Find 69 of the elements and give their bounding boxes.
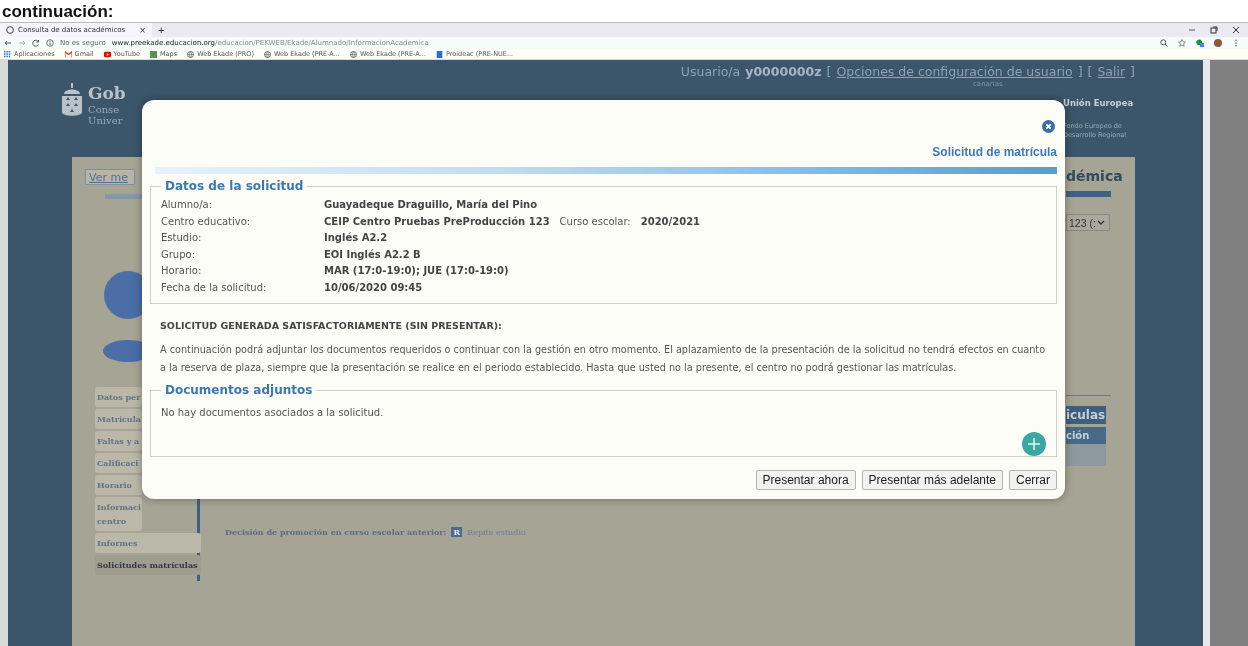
field-value: EOI Inglés A2.2 B — [324, 247, 421, 262]
map-pin-icon — [150, 50, 157, 58]
dialog-button[interactable]: Presentar más adelante — [861, 470, 1003, 490]
new-tab-button[interactable]: + — [157, 24, 165, 36]
panel-background — [1066, 444, 1106, 466]
mail-icon — [64, 50, 72, 58]
logo-text: Univer — [88, 115, 124, 126]
field-value: Inglés A2.2 — [324, 231, 388, 245]
avatar-icon[interactable] — [1214, 39, 1222, 47]
chevron-down-icon — [1096, 219, 1105, 226]
apps-grid-icon — [4, 50, 11, 58]
field-label: Centro educativo: — [161, 214, 252, 229]
restore-icon[interactable] — [1210, 26, 1218, 34]
field-label: Fecha de la solicitud: — [161, 280, 268, 295]
scrollbar[interactable] — [1203, 60, 1210, 646]
globe-icon — [263, 50, 271, 58]
title-bar — [105, 194, 142, 199]
field-label: Estudio: — [161, 231, 203, 245]
grade-badge: R — [451, 527, 463, 537]
field-label: Grupo: — [161, 247, 197, 262]
section-tab[interactable]: ción — [1066, 427, 1106, 444]
field-value: Guayadeque Draguillo, María del Pino — [324, 198, 538, 212]
header-text: [ — [1087, 64, 1093, 80]
heading-bar — [1066, 191, 1111, 197]
back-arrow-icon[interactable] — [4, 39, 12, 47]
dialog-button[interactable]: Presentar ahora — [755, 470, 856, 490]
dialog-title: Solicitud de matrícula — [932, 145, 1057, 159]
forward-arrow-icon[interactable] — [18, 39, 26, 47]
field-label: Horario: — [161, 264, 203, 278]
sidebar-item[interactable]: Solicitudes matrículas — [95, 555, 201, 575]
globe-icon — [349, 50, 357, 58]
star-icon[interactable] — [1178, 39, 1186, 47]
header-text: [ — [826, 64, 832, 80]
globe-icon — [6, 26, 14, 34]
zoom-icon[interactable] — [1160, 39, 1168, 47]
dialog-button[interactable]: Cerrar — [1009, 470, 1057, 490]
logo-text: Gob — [88, 82, 126, 104]
field-value: CEIP Centro Pruebas PreProducción 123 — [324, 214, 550, 229]
extension-icon[interactable] — [1196, 39, 1204, 47]
page-heading: démica — [1066, 168, 1124, 184]
close-icon[interactable] — [1232, 26, 1240, 34]
field-value: 2020/2021 — [640, 214, 701, 229]
username-text: y0000000z — [745, 64, 822, 80]
header-text: ] — [1077, 64, 1083, 80]
empty-message: No hay documentos asociados a la solicitud. — [161, 407, 385, 418]
header-text: Usuario/a — [680, 64, 741, 80]
info-paragraph: A continuación podrá adjuntar los documentos requeridos o continuar con la gestión en otro momento. El aplazamiento de la presentación de la solicitud no tendrá efectos en cuanto a la reserva de plaza, siempre que la presentación se realice en el periodo establecido. Hasta que usted no la presente, el centro no podrá gestionar las matrículas. — [160, 343, 1047, 375]
menu-icon[interactable] — [1232, 39, 1240, 47]
status-heading: SOLICITUD GENERADA SATISFACTORIAMENTE (SIN PRESENTAR): — [160, 320, 503, 331]
caption-text: continuación: — [2, 2, 114, 22]
promotion-label: Decisión de promoción en curso escolar anterior: — [225, 527, 447, 537]
select-field[interactable]: 123 (: — [1066, 214, 1110, 231]
minimize-icon[interactable] — [1188, 26, 1196, 34]
close-icon[interactable] — [1042, 120, 1055, 133]
field-label: Curso escolar: — [559, 214, 631, 229]
section-title: Documentos adjuntos — [164, 383, 314, 397]
field-label: Alumno/a: — [161, 198, 214, 212]
header-text: ] — [1130, 64, 1135, 80]
document-icon — [435, 50, 443, 58]
section-tab[interactable]: iculas — [1066, 406, 1106, 424]
add-icon[interactable] — [1022, 432, 1046, 456]
field-value: 10/06/2020 09:45 — [324, 280, 423, 295]
field-value: MAR (17:0-19:0); JUE (17:0-19:0) — [324, 264, 509, 278]
reload-icon[interactable] — [32, 39, 40, 47]
info-icon[interactable] — [46, 39, 54, 47]
eu-label: Unión Europea — [1063, 98, 1135, 108]
section-title: Datos de la solicitud — [164, 179, 305, 193]
globe-icon — [187, 50, 195, 58]
logo-text: Conse — [88, 104, 121, 115]
